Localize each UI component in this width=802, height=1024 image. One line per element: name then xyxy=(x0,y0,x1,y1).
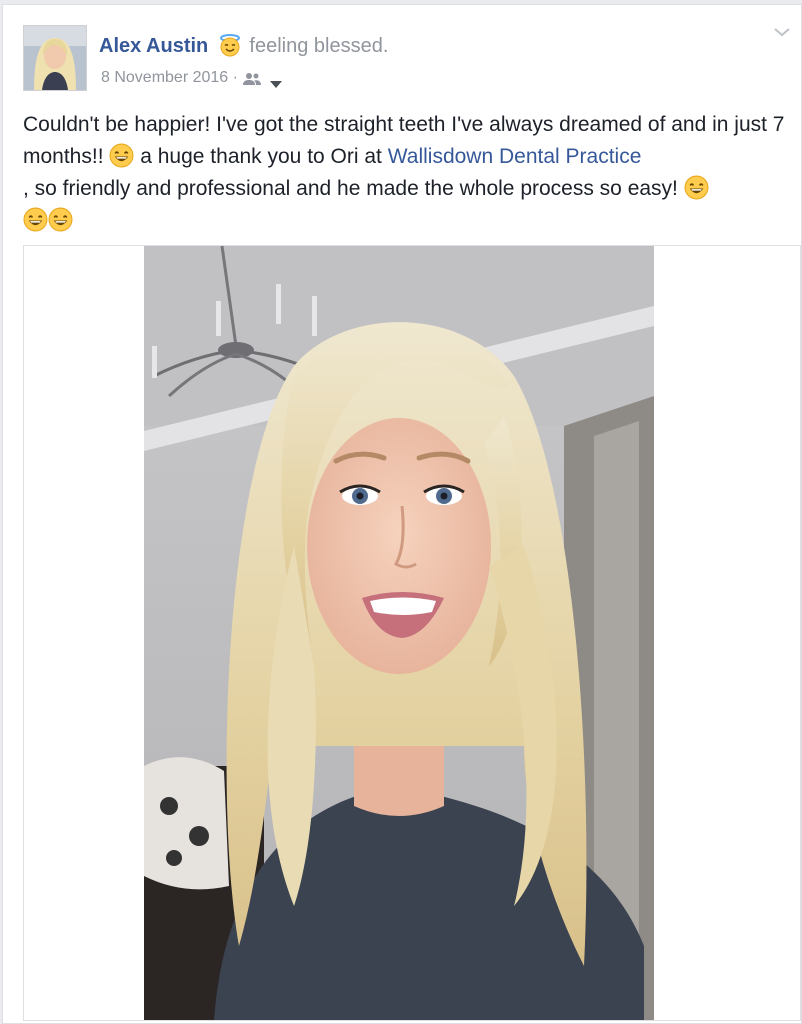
feeling-status: feeling blessed. xyxy=(249,35,389,57)
audience-dropdown-icon[interactable] xyxy=(269,74,282,88)
grinning-face-with-smiling-eyes-icon xyxy=(684,175,709,200)
tagged-page-link[interactable]: Wallisdown Dental Practice xyxy=(388,145,642,168)
meta-separator: · xyxy=(232,69,238,86)
author-name[interactable]: Alex Austin xyxy=(99,35,208,57)
post-photo-container xyxy=(23,245,801,1021)
author-avatar[interactable] xyxy=(23,25,87,91)
grinning-face-with-smiling-eyes-icon xyxy=(48,207,73,232)
post-meta: 8 November 2016 · xyxy=(101,67,282,89)
grinning-face-with-smiling-eyes-icon xyxy=(23,207,48,232)
chevron-down-icon[interactable] xyxy=(773,25,791,39)
post-text-part2: a huge thank you to Ori at xyxy=(140,145,382,168)
smiling-face-with-halo-icon xyxy=(218,33,242,57)
post-header: Alex Austin feeling blessed. xyxy=(99,33,388,59)
feed-post: Alex Austin feeling blessed. 8 November … xyxy=(2,4,802,1024)
post-timestamp[interactable]: 8 November 2016 xyxy=(101,69,228,86)
grinning-face-with-smiling-eyes-icon xyxy=(109,143,134,168)
post-text-part3: , so friendly and professional and he ma… xyxy=(23,177,678,200)
friends-icon[interactable] xyxy=(242,71,262,85)
post-text: Couldn't be happier! I've got the straig… xyxy=(23,109,797,237)
selfie-photo[interactable] xyxy=(144,246,654,1020)
